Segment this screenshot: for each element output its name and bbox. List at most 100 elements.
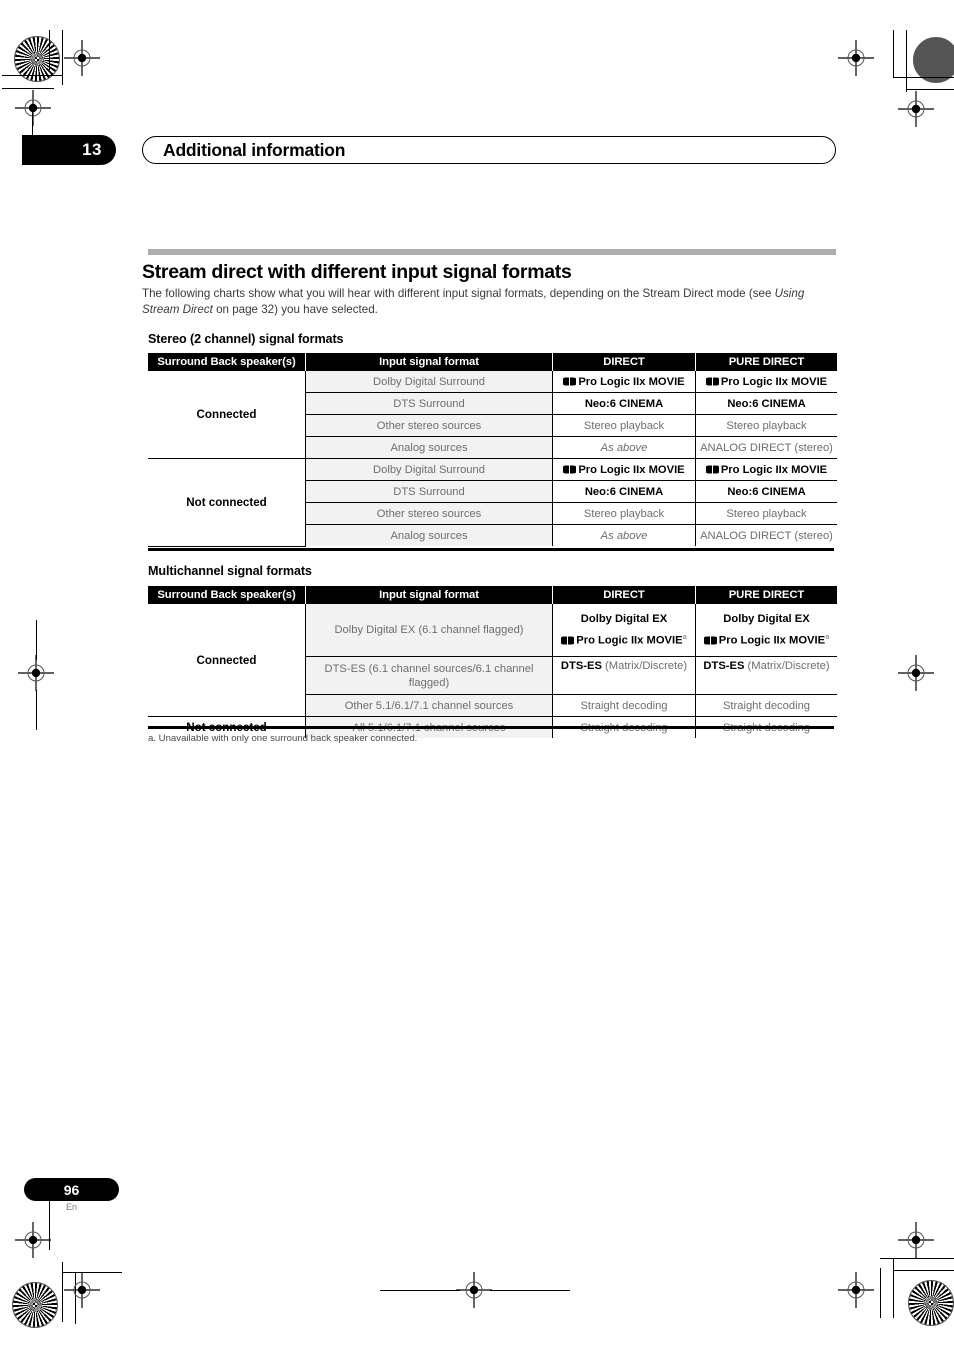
registration-target-icon [456,1272,492,1308]
crop-mark-line [380,1290,460,1292]
table1-direct-text: Pro Logic IIx MOVIE [578,463,685,476]
crop-mark-line [906,30,908,92]
table1-pure-cell: ANALOG DIRECT (stereo) [695,524,837,546]
crop-mark-line [36,690,38,730]
page-number-badge: 96 [24,1178,119,1201]
registration-target-icon [64,1272,100,1308]
dolby-logo-icon [563,377,577,386]
table1-pure-text: Pro Logic IIx MOVIE [720,375,828,388]
table2-input-cell: Dolby Digital EX (6.1 channel flagged) [305,604,553,657]
table2-pure-bold: DTS-ES [703,660,745,672]
table1-direct-cell: Stereo playback [552,502,696,525]
table1-input-cell: Analog sources [305,524,553,546]
table1-pure-cell: Neo:6 CINEMA [695,392,837,415]
table2-pure-line1: Dolby Digital EX [723,613,810,626]
table2-pure-cell: DTS-ES (Matrix/Discrete) [695,656,837,695]
table1-direct-cell: As above [552,436,696,459]
table1-pure-cell: Pro Logic IIx MOVIE [695,371,837,393]
halftone-circle-icon [908,1280,954,1326]
registration-target-icon [898,91,934,127]
crop-mark-line [490,1290,570,1292]
crop-mark-line [893,1258,895,1318]
table2-direct-cell: Dolby Digital EX Pro Logic IIx MOVIEa [552,604,696,657]
table2-pure-line2-text: Pro Logic IIx MOVIE [718,634,826,647]
table2-direct-bold: DTS-ES [560,660,602,672]
intro-text-part2: on page 32) you have selected. [212,302,378,316]
table2-body: Connected Dolby Digital EX (6.1 channel … [148,604,837,738]
table1-pure-cell: Stereo playback [695,414,837,437]
page-language-label: En [65,1202,77,1212]
table2-input-cell: Other 5.1/6.1/7.1 channel sources [305,694,553,717]
table1-speaker-connected: Connected [148,371,306,459]
footnote-text: a. Unavailable with only one surround ba… [148,733,418,744]
table1-col-input: Input signal format [305,353,553,371]
multichannel-signal-formats-table: Surround Back speaker(s) Input signal fo… [148,586,837,738]
registration-target-icon [898,655,934,691]
crop-mark-line [880,1258,954,1260]
table2-direct-lite: (Matrix/Discrete) [601,660,688,672]
table1-input-cell: Other stereo sources [305,414,553,437]
stereo-signal-formats-table: Surround Back speaker(s) Input signal fo… [148,353,837,547]
table1-caption: Stereo (2 channel) signal formats [148,332,344,346]
dolby-logo-icon [705,377,719,386]
table1-input-cell: Other stereo sources [305,502,553,525]
registration-target-icon [838,1272,874,1308]
registration-target-icon [898,1222,934,1258]
table2-direct-line1: Dolby Digital EX [580,613,668,626]
table1-col-pure-direct: PURE DIRECT [695,353,837,371]
crop-mark-line [2,75,62,77]
crop-mark-line [893,77,954,79]
chapter-title: Additional information [142,136,836,164]
table1-speaker-not-connected: Not connected [148,458,306,547]
table1-direct-cell: Pro Logic IIx MOVIE [552,458,696,481]
intro-text-part1: The following charts show what you will … [142,287,775,300]
table1-col-direct: DIRECT [552,353,696,371]
halftone-circle-icon [12,1282,58,1328]
crop-mark-line [49,30,51,70]
dolby-logo-icon [705,465,719,474]
table2-pure-line2: Pro Logic IIx MOVIEa [696,632,837,647]
table2-speaker-connected: Connected [148,604,306,717]
table1-body: Connected Dolby Digital Surround Pro Log… [148,371,837,547]
table2-direct-cell: DTS-ES (Matrix/Discrete) [552,656,696,695]
section-divider-rule [148,249,836,255]
registration-target-icon [64,40,100,76]
registration-target-icon [838,40,874,76]
table2-bottom-rule [148,726,834,729]
table1-input-cell: Analog sources [305,436,553,459]
registration-target-icon [18,655,54,691]
table-row: Connected Dolby Digital Surround Pro Log… [148,371,837,459]
crop-mark-line [893,1270,954,1272]
section-intro: The following charts show what you will … [142,286,842,317]
table2-pure-cell: Straight decoding [695,694,837,717]
table1-input-cell: DTS Surround [305,480,553,503]
table1-pure-cell: Stereo playback [695,502,837,525]
crop-mark-line [36,620,38,660]
table2-caption: Multichannel signal formats [148,564,312,578]
page-title: Stream direct with different input signa… [142,261,572,283]
crop-mark-line [893,30,895,78]
table2-col-input: Input signal format [305,586,553,604]
table1-direct-text: Pro Logic IIx MOVIE [578,375,685,388]
table2-direct-line2-text: Pro Logic IIx MOVIE [576,634,683,647]
table1-pure-cell: Neo:6 CINEMA [695,480,837,503]
table1-direct-cell: Neo:6 CINEMA [552,480,696,503]
table2-direct-line2: Pro Logic IIx MOVIEa [553,632,695,647]
table2-col-pure-direct: PURE DIRECT [695,586,837,604]
table1-pure-cell: Pro Logic IIx MOVIE [695,458,837,481]
table1-direct-cell: Pro Logic IIx MOVIE [552,371,696,393]
table1-pure-text: Pro Logic IIx MOVIE [720,463,828,476]
table2-pure-cell: Dolby Digital EX Pro Logic IIx MOVIEa [695,604,837,657]
table1-header-row: Surround Back speaker(s) Input signal fo… [148,353,837,371]
table1-pure-cell: ANALOG DIRECT (stereo) [695,436,837,459]
footnote-ref-a: a [825,632,830,642]
table1-input-cell: Dolby Digital Surround [305,458,553,481]
table1-direct-cell: Stereo playback [552,414,696,437]
table1-input-cell: Dolby Digital Surround [305,371,553,393]
table2-input-cell: DTS-ES (6.1 channel sources/6.1 channel … [305,656,553,695]
registration-target-icon [15,1222,51,1258]
table2-header-row: Surround Back speaker(s) Input signal fo… [148,586,837,604]
table2-col-direct: DIRECT [552,586,696,604]
dolby-logo-icon [561,636,575,645]
table1-col-speaker: Surround Back speaker(s) [148,353,306,371]
